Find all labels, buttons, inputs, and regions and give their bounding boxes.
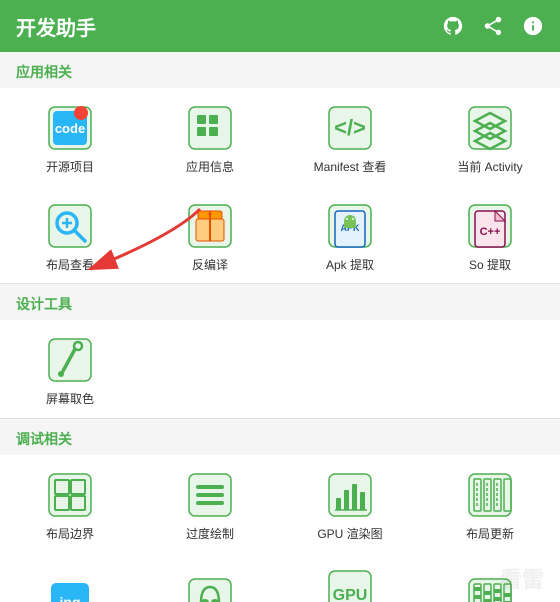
open-source-label: 开源项目	[46, 160, 94, 176]
github-icon[interactable]	[442, 15, 464, 37]
current-activity-label: 当前 Activity	[457, 160, 522, 176]
gpu-render-label: GPU 渲染图	[317, 527, 382, 543]
gpu-render-item[interactable]: GPU 渲染图	[280, 455, 420, 553]
apk-icon: APK	[324, 200, 376, 252]
section-app-related: 应用相关	[0, 52, 560, 88]
cpp-icon: C++	[464, 200, 516, 252]
app-info-label: 应用信息	[186, 160, 234, 176]
layout-update-icon	[464, 469, 516, 521]
eyedropper-icon	[44, 334, 96, 386]
decompile-label: 反编译	[192, 258, 228, 274]
empty-cell-3	[420, 320, 560, 418]
gpu-text-item[interactable]: GPU GPU	[280, 552, 420, 602]
search-layout-icon	[44, 200, 96, 252]
info-icon[interactable]	[522, 15, 544, 37]
svg-text:GPU: GPU	[333, 587, 368, 602]
layout-boundary-label: 布局边界	[46, 527, 94, 543]
empty-cell-2	[280, 320, 420, 418]
current-activity-item[interactable]: 当前 Activity	[420, 88, 560, 186]
app-related-grid: code 开源项目 应用信息	[0, 88, 560, 284]
svg-text:</>: </>	[334, 115, 366, 140]
layout-update-item[interactable]: 布局更新	[420, 455, 560, 553]
empty-cell-1	[140, 320, 280, 418]
gpu-text-icon: GPU	[324, 566, 376, 602]
color-pick-item[interactable]: 屏幕取色	[0, 320, 140, 418]
debug-loop-item[interactable]	[140, 552, 280, 602]
debug-ing-icon: ing	[44, 574, 96, 602]
so-extract-item[interactable]: C++ So 提取	[420, 186, 560, 284]
manifest-icon: </>	[324, 102, 376, 154]
color-pick-label: 屏幕取色	[46, 392, 94, 408]
box-icon: ✦	[184, 200, 236, 252]
apk-extract-item[interactable]: APK Apk 提取	[280, 186, 420, 284]
header-icon-group	[442, 15, 544, 37]
layout-boundary-item[interactable]: 布局边界	[0, 455, 140, 553]
manifest-label: Manifest 查看	[314, 160, 387, 176]
layout-boundary-icon	[44, 469, 96, 521]
section-debug-related: 调试相关	[0, 419, 560, 455]
svg-text:✦: ✦	[207, 210, 214, 219]
manifest-item[interactable]: </> Manifest 查看	[280, 88, 420, 186]
section-design-tools: 设计工具	[0, 284, 560, 320]
design-tools-grid: 屏幕取色	[0, 320, 560, 419]
app-info-item[interactable]: 应用信息	[140, 88, 280, 186]
apps-icon	[184, 102, 236, 154]
apk-extract-label: Apk 提取	[326, 258, 374, 274]
overdraw-item[interactable]: 过度绘制	[140, 455, 280, 553]
debug-related-grid: 布局边界 过度绘制	[0, 455, 560, 602]
debug-seg-icon	[464, 574, 516, 602]
debug-ing-item[interactable]: ing	[0, 552, 140, 602]
content-area: 应用相关 code 开源项目	[0, 52, 560, 602]
app-title: 开发助手	[16, 12, 96, 41]
share-icon[interactable]	[482, 15, 504, 37]
decompile-item[interactable]: ✦ 反编译	[140, 186, 280, 284]
app-header: 开发助手	[0, 0, 560, 52]
svg-text:ing: ing	[60, 594, 81, 602]
open-source-item[interactable]: code 开源项目	[0, 88, 140, 186]
svg-text:code: code	[55, 121, 85, 136]
debug-loop-icon	[184, 574, 236, 602]
code-icon: code	[44, 102, 96, 154]
so-extract-label: So 提取	[469, 258, 511, 274]
overdraw-icon	[184, 469, 236, 521]
debug-seg-item[interactable]	[420, 552, 560, 602]
layout-view-item[interactable]: 布局查看	[0, 186, 140, 284]
overdraw-label: 过度绘制	[186, 527, 234, 543]
svg-text:C++: C++	[480, 226, 501, 238]
gpu-render-icon	[324, 469, 376, 521]
layout-view-label: 布局查看	[46, 258, 94, 274]
layers-icon	[464, 102, 516, 154]
layout-update-label: 布局更新	[466, 527, 514, 543]
